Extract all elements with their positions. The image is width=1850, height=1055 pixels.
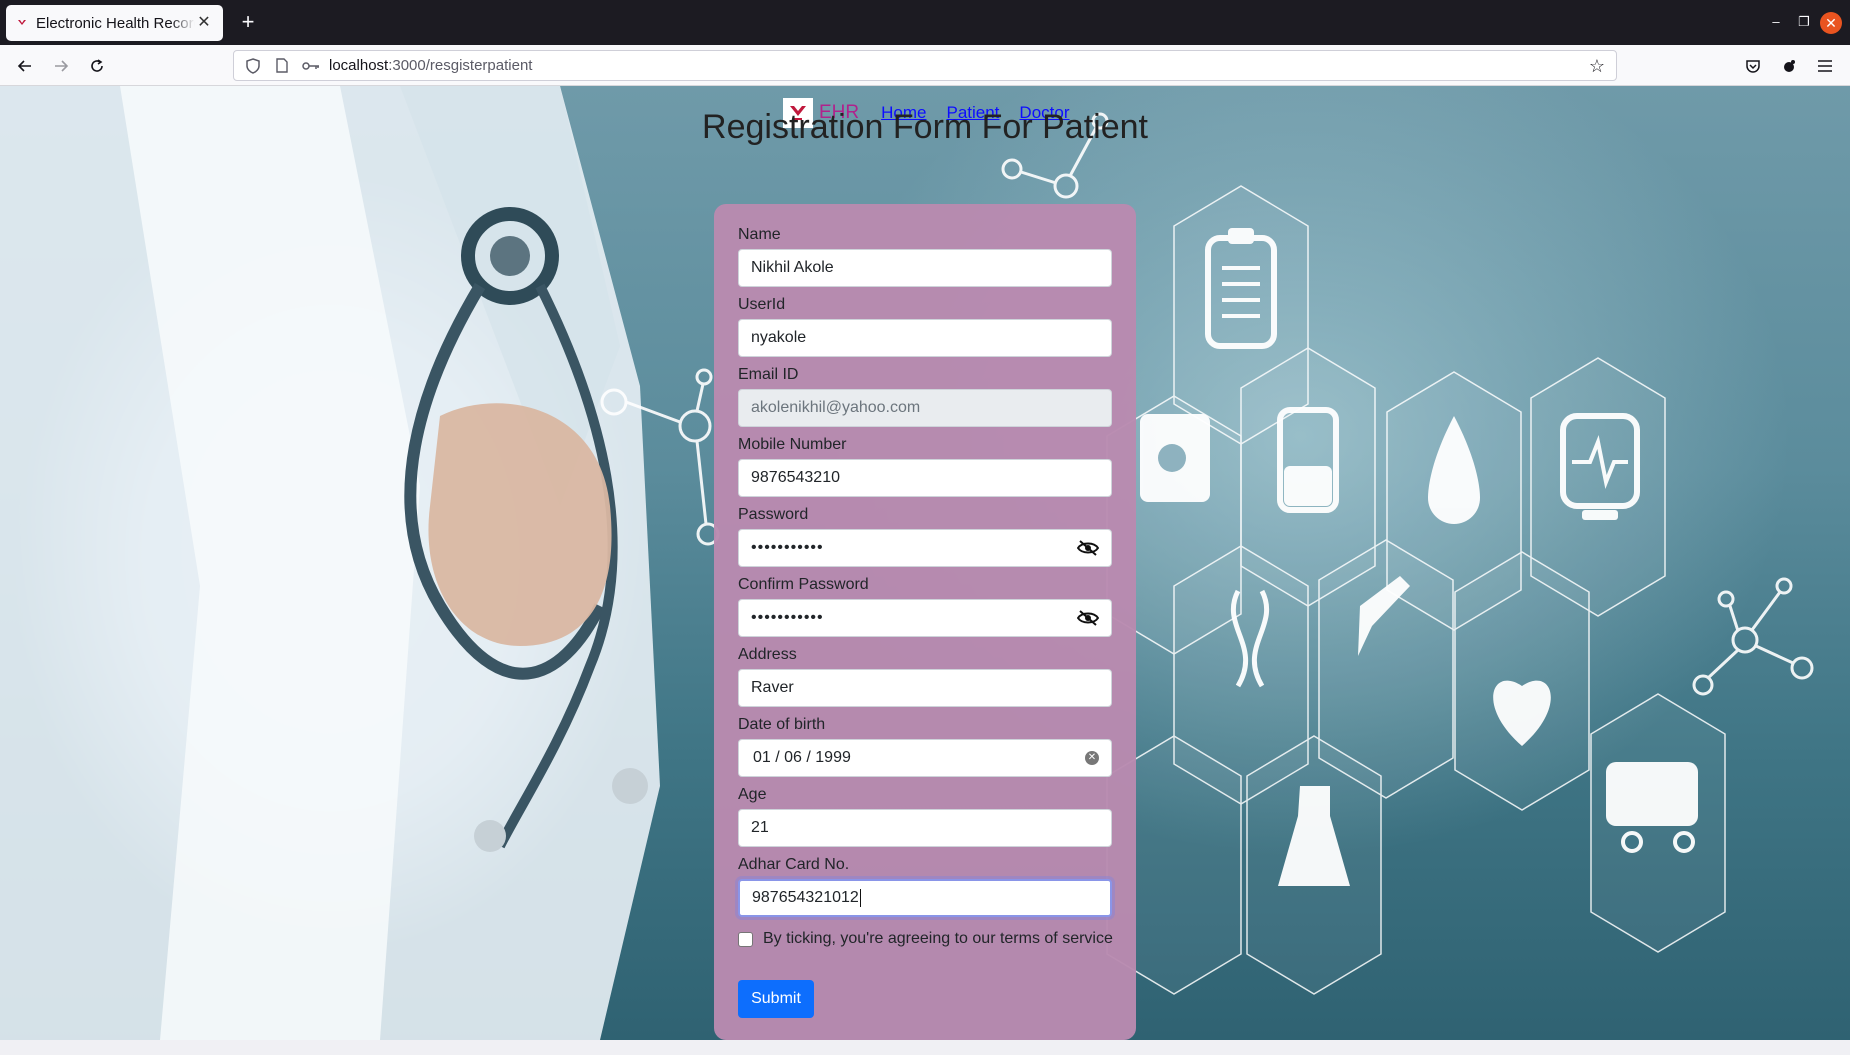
- adhar-value: 987654321012: [752, 889, 859, 906]
- url-path: :3000/resgisterpatient: [388, 57, 533, 74]
- key-icon[interactable]: [301, 56, 321, 76]
- adhar-input[interactable]: 987654321012: [738, 879, 1112, 917]
- password-label: Password: [738, 506, 809, 523]
- close-tab-icon[interactable]: ✕: [195, 14, 213, 32]
- mobile-label: Mobile Number: [738, 436, 847, 453]
- submit-button[interactable]: Submit: [738, 980, 814, 1018]
- tab-title: Electronic Health Records: [36, 14, 195, 32]
- bookmark-star-icon[interactable]: ☆: [1586, 55, 1608, 77]
- text-cursor: [859, 889, 861, 907]
- page-icon: [272, 56, 292, 76]
- name-input[interactable]: Nikhil Akole: [738, 249, 1112, 287]
- userid-label: UserId: [738, 296, 786, 313]
- confirm-password-label: Confirm Password: [738, 576, 869, 593]
- url-text[interactable]: localhost:3000/resgisterpatient: [329, 57, 532, 74]
- page-title: Registration Form For Patient: [702, 108, 1148, 146]
- password-value: •••••••••••: [751, 539, 824, 556]
- adhar-label: Adhar Card No.: [738, 856, 850, 873]
- clear-date-icon[interactable]: ✕: [1085, 751, 1099, 765]
- registration-form: Name Nikhil Akole UserId nyakole Email I…: [714, 204, 1136, 1040]
- userid-input[interactable]: nyakole: [738, 319, 1112, 357]
- page-bottom-edge: [0, 1040, 1850, 1055]
- browser-tab-bar: Electronic Health Records ✕ + – ❐ ✕: [0, 0, 1850, 45]
- reload-icon[interactable]: [84, 53, 110, 79]
- shield-icon[interactable]: [243, 56, 263, 76]
- minimize-icon[interactable]: –: [1766, 12, 1786, 32]
- terms-checkbox[interactable]: [738, 931, 753, 947]
- email-label: Email ID: [738, 366, 799, 383]
- ehr-favicon-icon: [16, 17, 28, 29]
- name-label: Name: [738, 226, 781, 243]
- name-value: Nikhil Akole: [751, 259, 834, 276]
- dob-input[interactable]: 01 / 06 / 1999 ✕: [738, 739, 1112, 777]
- extension-icon[interactable]: [1776, 53, 1802, 79]
- address-label: Address: [738, 646, 797, 663]
- pocket-icon[interactable]: [1740, 53, 1766, 79]
- confirm-password-input[interactable]: •••••••••••: [738, 599, 1112, 637]
- url-bar[interactable]: localhost:3000/resgisterpatient ☆: [233, 50, 1617, 81]
- dob-value: 01 / 06 / 1999: [753, 749, 851, 766]
- menu-icon[interactable]: [1812, 53, 1838, 79]
- address-value: Raver: [751, 679, 794, 696]
- terms-row: By ticking, you're agreeing to our terms…: [738, 930, 1113, 948]
- age-label: Age: [738, 786, 767, 803]
- email-value: akolenikhil@yahoo.com: [751, 399, 921, 416]
- eye-slash-icon[interactable]: [1077, 537, 1099, 559]
- browser-nav-bar: localhost:3000/resgisterpatient ☆: [0, 45, 1850, 86]
- restore-icon[interactable]: ❐: [1794, 12, 1814, 32]
- forward-icon[interactable]: [48, 53, 74, 79]
- age-value: 21: [751, 819, 769, 836]
- confirm-password-value: •••••••••••: [751, 609, 824, 626]
- page-viewport: EHR Home Patient Doctor Registration For…: [0, 86, 1850, 1040]
- age-input[interactable]: 21: [738, 809, 1112, 847]
- window-close-icon[interactable]: ✕: [1820, 12, 1842, 34]
- terms-text: By ticking, you're agreeing to our terms…: [763, 930, 1113, 947]
- address-input[interactable]: Raver: [738, 669, 1112, 707]
- dob-label: Date of birth: [738, 716, 826, 733]
- userid-value: nyakole: [751, 329, 807, 346]
- password-input[interactable]: •••••••••••: [738, 529, 1112, 567]
- back-icon[interactable]: [12, 53, 38, 79]
- email-input[interactable]: akolenikhil@yahoo.com: [738, 389, 1112, 427]
- url-host: localhost: [329, 57, 389, 74]
- new-tab-icon[interactable]: +: [236, 10, 260, 34]
- mobile-input[interactable]: 9876543210: [738, 459, 1112, 497]
- mobile-value: 9876543210: [751, 469, 840, 486]
- browser-tab[interactable]: Electronic Health Records ✕: [6, 5, 223, 41]
- eye-slash-icon[interactable]: [1077, 607, 1099, 629]
